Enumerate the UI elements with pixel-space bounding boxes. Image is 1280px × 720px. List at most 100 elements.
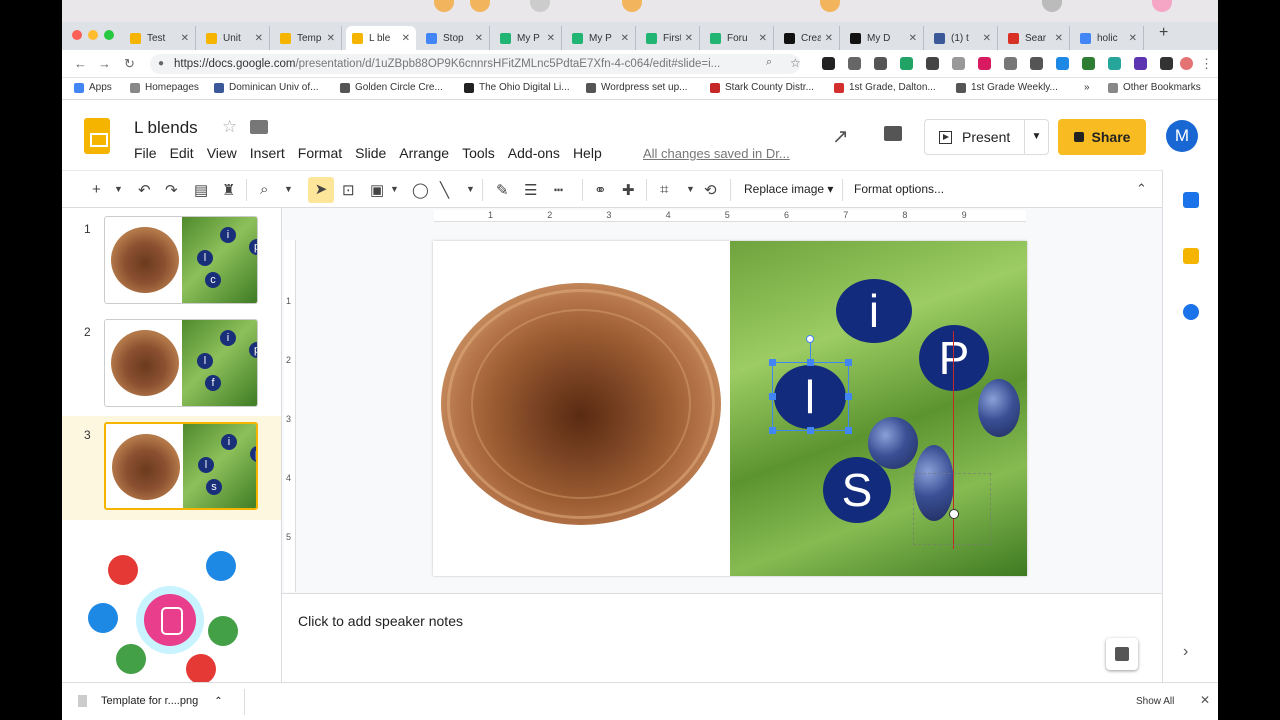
activity-trend-icon[interactable]: ↗ [832, 124, 849, 149]
expand-panel-icon[interactable]: › [1183, 644, 1199, 660]
browser-tab[interactable]: Test ✕ [124, 26, 196, 50]
extension-icon[interactable] [926, 57, 939, 70]
resize-handle[interactable] [769, 393, 776, 400]
zoom-icon[interactable]: ⌕ [260, 181, 268, 198]
extension-icon[interactable] [1160, 57, 1173, 70]
browser-tab[interactable]: Stop ✕ [420, 26, 490, 50]
browser-tab[interactable]: L ble ✕ [346, 26, 416, 50]
tab-close-icon[interactable]: ✕ [685, 33, 693, 44]
extension-icon[interactable] [1056, 57, 1069, 70]
slide-thumbnail[interactable]: ip lf [104, 319, 258, 407]
new-slide-icon[interactable]: + [92, 181, 101, 198]
slide-thumbnail[interactable]: ipls [104, 422, 258, 510]
tab-close-icon[interactable]: ✕ [759, 33, 767, 44]
slides-logo-icon[interactable] [84, 118, 110, 154]
avatar[interactable]: M [1166, 120, 1198, 152]
menu-item-edit[interactable]: Edit [170, 145, 194, 161]
browser-tab[interactable]: (1) t ✕ [928, 26, 998, 50]
menu-item-add-ons[interactable]: Add-ons [508, 145, 560, 161]
extension-icon[interactable] [952, 57, 965, 70]
line-dropdown-icon[interactable]: ▼ [466, 184, 475, 194]
extension-icon[interactable] [900, 57, 913, 70]
bookmark-item[interactable]: 1st Grade, Dalton... [834, 82, 936, 93]
comments-icon[interactable] [884, 126, 902, 141]
menu-item-arrange[interactable]: Arrange [399, 145, 449, 161]
document-title[interactable]: L blends [134, 118, 198, 138]
extension-icon[interactable] [1108, 57, 1121, 70]
format-options-button[interactable]: Format options... [854, 182, 944, 196]
basket-image[interactable] [441, 283, 721, 525]
close-window-button[interactable] [72, 30, 82, 40]
add-comment-icon[interactable]: ✚ [622, 181, 635, 199]
close-icon[interactable]: ✕ [1200, 693, 1210, 707]
bookmark-star-icon[interactable]: ☆ [790, 56, 801, 70]
text-box-icon[interactable]: ⊡ [342, 181, 355, 199]
tab-close-icon[interactable]: ✕ [327, 33, 335, 44]
redo-icon[interactable]: ↷ [165, 181, 178, 199]
menu-item-view[interactable]: View [207, 145, 237, 161]
reload-icon[interactable]: ↻ [124, 56, 135, 72]
link-icon[interactable]: ⚭ [594, 181, 607, 199]
select-tool-icon[interactable]: ➤ [308, 177, 334, 203]
bookmark-item[interactable]: Golden Circle Cre... [340, 82, 443, 93]
zoom-dropdown-icon[interactable]: ▼ [284, 184, 293, 194]
bookmark-item[interactable]: Homepages [130, 82, 199, 93]
new-slide-dropdown-icon[interactable]: ▼ [114, 184, 123, 194]
menu-item-tools[interactable]: Tools [462, 145, 495, 161]
resize-handle[interactable] [845, 393, 852, 400]
tab-close-icon[interactable]: ✕ [621, 33, 629, 44]
extension-icon[interactable] [1004, 57, 1017, 70]
tab-close-icon[interactable]: ✕ [825, 33, 833, 44]
letter-circle-p[interactable]: P [919, 325, 989, 391]
tab-close-icon[interactable]: ✕ [181, 33, 189, 44]
rotate-handle[interactable] [806, 335, 814, 343]
extension-icon[interactable] [978, 57, 991, 70]
replace-image-button[interactable]: Replace image ▾ [744, 182, 833, 196]
image-dropdown-icon[interactable]: ▼ [390, 184, 399, 194]
browser-tab[interactable]: First ✕ [640, 26, 700, 50]
star-icon[interactable]: ☆ [222, 117, 237, 137]
paint-format-icon[interactable]: ♜ [222, 181, 235, 199]
extension-icon[interactable] [874, 57, 887, 70]
shape-icon[interactable]: ◯ [412, 181, 429, 199]
extension-icon[interactable] [822, 57, 835, 70]
present-dropdown-icon[interactable]: ▼ [1024, 120, 1048, 154]
menu-item-help[interactable]: Help [573, 145, 602, 161]
bookmark-item[interactable]: The Ohio Digital Li... [464, 82, 570, 93]
resize-handle[interactable] [769, 359, 776, 366]
show-all-button[interactable]: Show All [1136, 696, 1174, 707]
browser-tab[interactable]: Sear ✕ [1002, 26, 1070, 50]
line-icon[interactable]: ╲ [440, 181, 449, 199]
present-button[interactable]: Present ▼ [924, 119, 1049, 155]
tab-close-icon[interactable]: ✕ [255, 33, 263, 44]
tab-close-icon[interactable]: ✕ [402, 33, 410, 44]
bookmark-item[interactable]: Apps [74, 82, 112, 93]
maximize-window-button[interactable] [104, 30, 114, 40]
letter-circle-i[interactable]: i [836, 279, 912, 343]
extension-icon[interactable] [1082, 57, 1095, 70]
undo-icon[interactable]: ↶ [138, 181, 151, 199]
resize-handle[interactable] [769, 427, 776, 434]
slide-canvas[interactable]: i P l S [433, 241, 1027, 576]
extension-icon[interactable] [848, 57, 861, 70]
minimize-window-button[interactable] [88, 30, 98, 40]
browser-tab[interactable]: holic ✕ [1074, 26, 1144, 50]
calendar-icon[interactable] [1183, 192, 1199, 208]
bookmark-item[interactable]: Other Bookmarks [1108, 82, 1201, 93]
new-tab-button[interactable]: + [1159, 24, 1168, 42]
profile-icon[interactable] [1180, 57, 1193, 70]
border-dash-icon[interactable]: ┅ [554, 181, 563, 199]
zoom-icon[interactable]: ⌕ [766, 56, 772, 69]
menu-item-insert[interactable]: Insert [250, 145, 285, 161]
keep-icon[interactable] [1183, 248, 1199, 264]
tab-close-icon[interactable]: ✕ [1055, 33, 1063, 44]
bookmarks-more[interactable]: » [1084, 82, 1090, 93]
url-input[interactable]: ● https://docs.google.com/presentation/d/… [150, 54, 800, 74]
slide-thumbnail[interactable]: ip lc [104, 216, 258, 304]
resize-handle[interactable] [807, 427, 814, 434]
resize-handle[interactable] [845, 359, 852, 366]
tab-close-icon[interactable]: ✕ [909, 33, 917, 44]
bookmark-item[interactable]: Dominican Univ of... [214, 82, 318, 93]
download-item[interactable]: Template for r....png ⌃ [78, 695, 223, 707]
tab-close-icon[interactable]: ✕ [475, 33, 483, 44]
